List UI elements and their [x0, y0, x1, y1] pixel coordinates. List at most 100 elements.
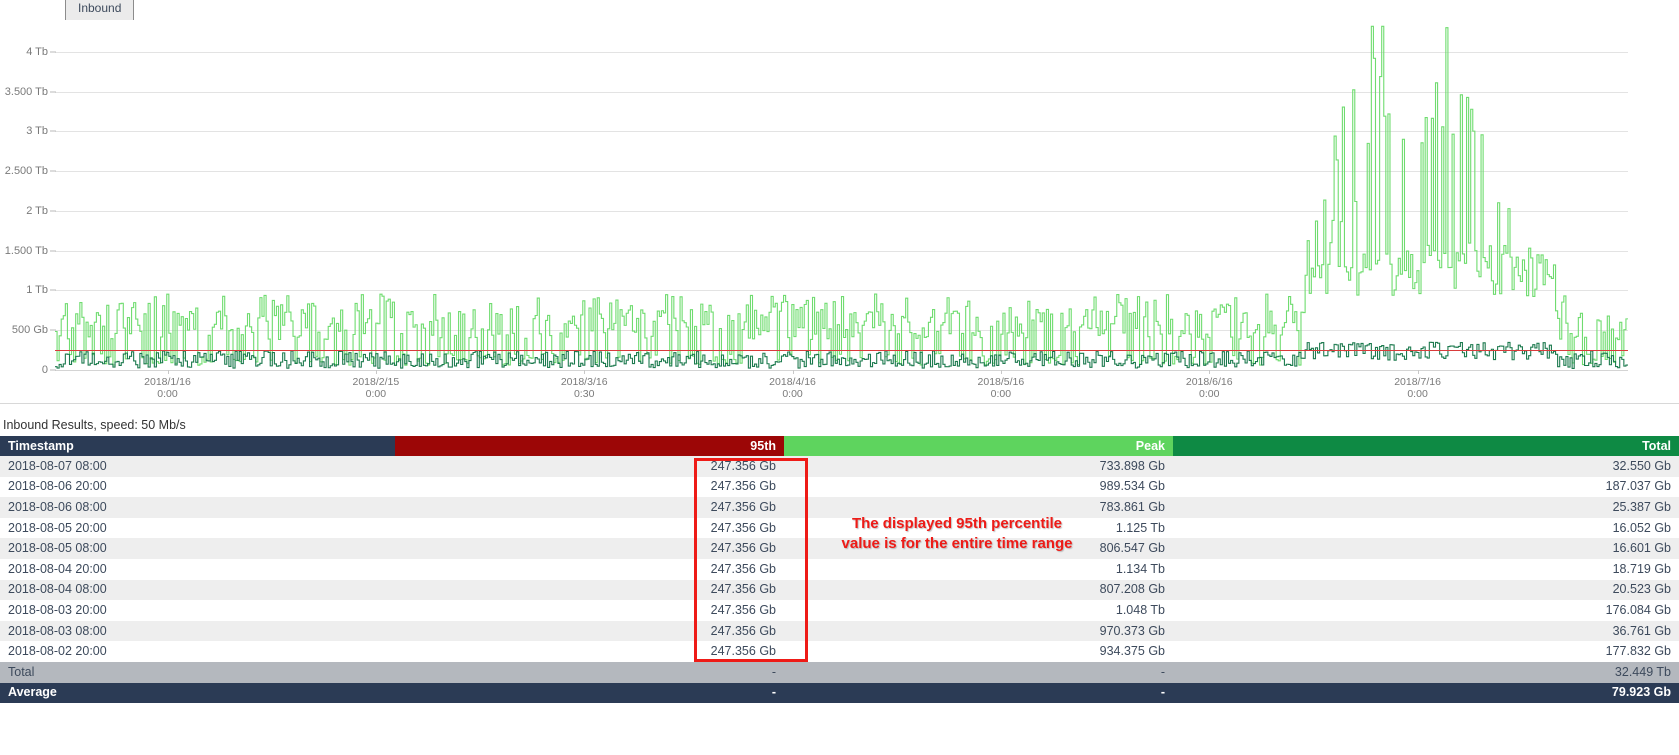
cell-timestamp[interactable]: 2018-08-04 08:00 [0, 580, 395, 601]
y-axis-tick-label: 3.500 Tb [0, 86, 48, 98]
y-axis-tick-label: 4 Tb [0, 46, 48, 58]
cell-total: 177.832 Gb [1173, 641, 1679, 662]
chart-x-axis [55, 370, 1628, 371]
report-page: Inbound 4 Tb 3.500 Tb 3 Tb 2.500 Tb 2 Tb 1.50… [0, 0, 1679, 755]
cell-total: 187.037 Gb [1173, 477, 1679, 498]
cell-peak: 807.208 Gb [784, 580, 1173, 601]
x-axis-tick-mark [584, 370, 585, 374]
cell-95th: 247.356 Gb [395, 538, 784, 559]
y-axis-tick-mark [50, 91, 56, 92]
results-table: Timestamp 95th Peak Total 2018-08-07 08:… [0, 436, 1679, 703]
cell-total: 20.523 Gb [1173, 580, 1679, 601]
y-axis-tick-mark [50, 330, 56, 331]
cell-timestamp[interactable]: 2018-08-05 08:00 [0, 538, 395, 559]
cell-95th: 247.356 Gb [395, 641, 784, 662]
cell-timestamp[interactable]: 2018-08-02 20:00 [0, 641, 395, 662]
section-divider [0, 403, 1679, 404]
table-row[interactable]: 2018-08-02 20:00247.356 Gb934.375 Gb177.… [0, 641, 1679, 662]
table-row[interactable]: 2018-08-03 20:00247.356 Gb1.048 Tb176.08… [0, 600, 1679, 621]
cell-peak: 970.373 Gb [784, 621, 1173, 642]
x-axis-tick-label: 2018/5/160:00 [941, 376, 1061, 400]
column-header-total[interactable]: Total [1173, 436, 1679, 456]
table-row[interactable]: 2018-08-05 08:00247.356 Gb806.547 Gb16.6… [0, 538, 1679, 559]
cell-timestamp[interactable]: 2018-08-04 20:00 [0, 559, 395, 580]
x-tick-time: 0:00 [1358, 388, 1478, 400]
x-axis-tick-mark [376, 370, 377, 374]
x-axis-tick-label: 2018/2/150:00 [316, 376, 436, 400]
x-tick-date: 2018/1/16 [108, 376, 228, 388]
summary-95th: - [395, 683, 784, 704]
table-row[interactable]: 2018-08-03 08:00247.356 Gb970.373 Gb36.7… [0, 621, 1679, 642]
summary-peak: - [784, 683, 1173, 704]
bandwidth-chart: 4 Tb3.500 Tb3 Tb2.500 Tb2 Tb1.500 Tb1 Tb… [0, 20, 1679, 398]
x-axis-tick-label: 2018/3/160:30 [524, 376, 644, 400]
x-axis-tick-label: 2018/4/160:00 [733, 376, 853, 400]
percentile-threshold-line [55, 350, 1628, 351]
y-axis-tick-label: 2 Tb [0, 205, 48, 217]
x-tick-time: 0:00 [733, 388, 853, 400]
cell-95th: 247.356 Gb [395, 559, 784, 580]
cell-95th: 247.356 Gb [395, 580, 784, 601]
cell-timestamp[interactable]: 2018-08-06 08:00 [0, 497, 395, 518]
cell-95th: 247.356 Gb [395, 456, 784, 477]
summary-row-total: Total--32.449 Tb [0, 662, 1679, 683]
y-axis-tick-mark [50, 171, 56, 172]
chart-series-layer [55, 20, 1628, 370]
cell-timestamp[interactable]: 2018-08-07 08:00 [0, 456, 395, 477]
results-table-wrap: Timestamp 95th Peak Total 2018-08-07 08:… [0, 436, 1679, 703]
y-axis-tick-mark [50, 131, 56, 132]
column-header-95th[interactable]: 95th [395, 436, 784, 456]
x-axis-tick-mark [1001, 370, 1002, 374]
y-axis-tick-mark [50, 210, 56, 211]
summary-95th: - [395, 662, 784, 683]
x-axis-tick-mark [1418, 370, 1419, 374]
table-row[interactable]: 2018-08-04 20:00247.356 Gb1.134 Tb18.719… [0, 559, 1679, 580]
x-axis-tick-label: 2018/1/160:00 [108, 376, 228, 400]
y-axis-tick-label: 1.500 Tb [0, 245, 48, 257]
table-row[interactable]: 2018-08-04 08:00247.356 Gb807.208 Gb20.5… [0, 580, 1679, 601]
cell-total: 176.084 Gb [1173, 600, 1679, 621]
chart-toolbar: Inbound [0, 0, 1679, 22]
cell-peak: 733.898 Gb [784, 456, 1173, 477]
table-row[interactable]: 2018-08-07 08:00247.356 Gb733.898 Gb32.5… [0, 456, 1679, 477]
cell-timestamp[interactable]: 2018-08-06 20:00 [0, 477, 395, 498]
x-axis-tick-mark [168, 370, 169, 374]
y-axis-tick-mark [50, 290, 56, 291]
results-table-body: 2018-08-07 08:00247.356 Gb733.898 Gb32.5… [0, 456, 1679, 703]
x-tick-date: 2018/6/16 [1149, 376, 1269, 388]
series-line-peak [55, 26, 1628, 365]
x-tick-time: 0:00 [316, 388, 436, 400]
y-axis-tick-mark [50, 250, 56, 251]
column-header-peak[interactable]: Peak [784, 436, 1173, 456]
cell-95th: 247.356 Gb [395, 600, 784, 621]
x-axis-tick-label: 2018/6/160:00 [1149, 376, 1269, 400]
table-row[interactable]: 2018-08-06 20:00247.356 Gb989.534 Gb187.… [0, 477, 1679, 498]
y-axis-tick-label: 2.500 Tb [0, 165, 48, 177]
cell-total: 36.761 Gb [1173, 621, 1679, 642]
table-row[interactable]: 2018-08-05 20:00247.356 Gb1.125 Tb16.052… [0, 518, 1679, 539]
x-tick-date: 2018/3/16 [524, 376, 644, 388]
cell-timestamp[interactable]: 2018-08-03 08:00 [0, 621, 395, 642]
y-axis-tick-label: 3 Tb [0, 125, 48, 137]
cell-peak: 1.134 Tb [784, 559, 1173, 580]
summary-label: Average [0, 683, 395, 704]
cell-95th: 247.356 Gb [395, 621, 784, 642]
cell-timestamp[interactable]: 2018-08-03 20:00 [0, 600, 395, 621]
cell-95th: 247.356 Gb [395, 477, 784, 498]
cell-peak: 1.048 Tb [784, 600, 1173, 621]
y-axis-tick-label: 0 [0, 364, 48, 376]
cell-total: 16.052 Gb [1173, 518, 1679, 539]
summary-label: Total [0, 662, 395, 683]
y-axis-tick-mark [50, 370, 56, 371]
cell-total: 18.719 Gb [1173, 559, 1679, 580]
x-tick-time: 0:00 [108, 388, 228, 400]
cell-timestamp[interactable]: 2018-08-05 20:00 [0, 518, 395, 539]
table-row[interactable]: 2018-08-06 08:00247.356 Gb783.861 Gb25.3… [0, 497, 1679, 518]
column-header-timestamp[interactable]: Timestamp [0, 436, 395, 456]
results-caption: Inbound Results, speed: 50 Mb/s [3, 418, 186, 432]
chart-plot-area[interactable] [55, 20, 1628, 370]
cell-total: 16.601 Gb [1173, 538, 1679, 559]
summary-total: 32.449 Tb [1173, 662, 1679, 683]
cell-95th: 247.356 Gb [395, 497, 784, 518]
inbound-tab-button[interactable]: Inbound [65, 0, 134, 21]
